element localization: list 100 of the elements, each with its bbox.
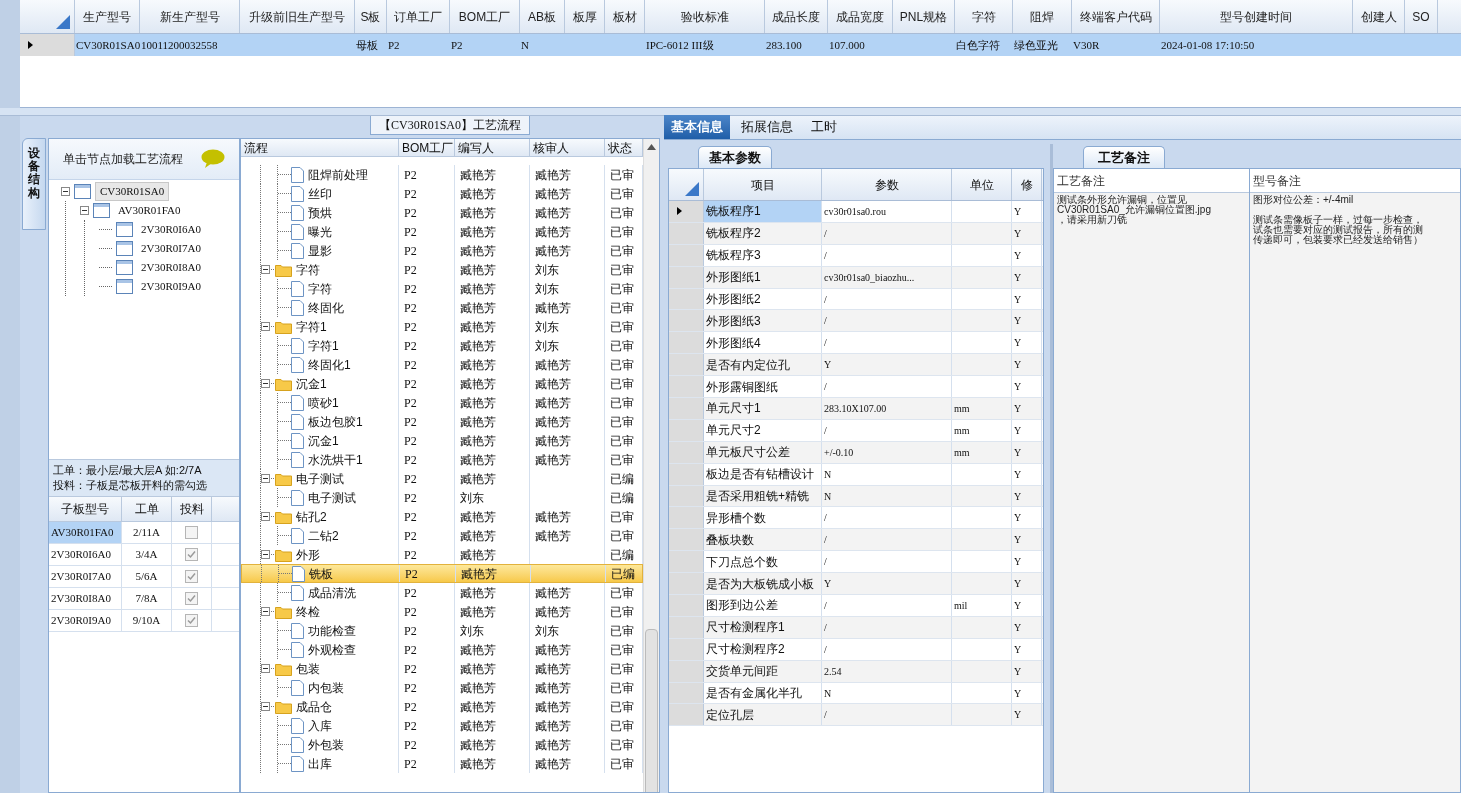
collapse-icon[interactable] [261,664,270,673]
table-row[interactable]: 外形图纸2 / Y [669,288,1043,311]
checkbox[interactable] [185,614,198,627]
process-row[interactable]: 内包装 P2 臧艳芳 臧艳芳 已审 [241,678,643,697]
column-header[interactable]: 创建人 [1353,0,1405,33]
table-row[interactable]: 是否采用粗铣+精铣 N Y [669,485,1043,508]
tab[interactable]: 工时 [804,115,844,139]
process-row[interactable]: 字符1 P2 臧艳芳 刘东 已审 [241,317,643,336]
checkbox[interactable] [185,526,198,539]
table-row[interactable]: 是否有金属化半孔 N Y [669,682,1043,705]
column-header[interactable]: 工单 [122,497,172,521]
process-row[interactable]: 包装 P2 臧艳芳 臧艳芳 已审 [241,659,643,678]
table-cell[interactable]: 单元板尺寸公差 [704,441,822,463]
process-row[interactable]: 出库 P2 臧艳芳 臧艳芳 已审 [241,754,643,773]
scroll-up-icon[interactable] [647,144,656,150]
table-row[interactable]: 尺寸检测程序2 / Y [669,638,1043,661]
process-row[interactable]: 电子测试 P2 臧艳芳 已编 [241,469,643,488]
process-row[interactable]: 成品仓 P2 臧艳芳 臧艳芳 已审 [241,697,643,716]
tree-node[interactable]: 2V30R0I9A0 [137,278,205,295]
column-header[interactable]: 新生产型号 [140,0,240,33]
process-row[interactable]: 铣板 P2 臧艳芳 已编 [241,564,643,583]
table-cell[interactable]: 是否有内定位孔 [704,354,822,376]
checkbox[interactable] [185,570,198,583]
column-header[interactable]: PNL规格 [893,0,955,33]
process-row[interactable]: 终固化1 P2 臧艳芳 臧艳芳 已审 [241,355,643,374]
sub-tab[interactable]: 基本参数 [698,146,772,168]
collapse-icon[interactable] [261,702,270,711]
process-row[interactable]: 电子测试 P2 刘东 已编 [241,488,643,507]
column-header[interactable]: AB板 [520,0,565,33]
column-header[interactable]: 验收标准 [645,0,765,33]
collapse-icon[interactable] [80,206,89,215]
column-header[interactable]: 流程 [241,139,399,156]
table-cell[interactable]: 2V30R0I8A0 [49,588,122,609]
column-header[interactable]: 参数 [822,169,952,200]
process-row[interactable]: 预烘 P2 臧艳芳 臧艳芳 已审 [241,203,643,222]
column-header[interactable]: 编写人 [455,139,530,156]
table-row[interactable]: 单元尺寸1 283.10X107.00 mm Y [669,398,1043,420]
process-row[interactable]: 丝印 P2 臧艳芳 臧艳芳 已审 [241,184,643,203]
process-row[interactable]: 板边包胶1 P2 臧艳芳 臧艳芳 已审 [241,412,643,431]
table-row[interactable]: 外形图纸3 / Y [669,310,1043,333]
column-header[interactable]: 成品长度 [765,0,828,33]
tree-node[interactable]: 2V30R0I7A0 [137,240,205,257]
table-row[interactable]: 下刀点总个数 / Y [669,551,1043,574]
table-cell[interactable]: 是否为大板铣成小板 [704,573,822,595]
table-row[interactable]: 是否为大板铣成小板 Y Y [669,573,1043,596]
tree-node[interactable]: 2V30R0I6A0 [137,221,205,238]
column-header[interactable]: SO [1405,0,1438,33]
table-row[interactable]: 尺寸检测程序1 / Y [669,616,1043,639]
process-row[interactable]: 字符 P2 臧艳芳 刘东 已审 [241,260,643,279]
collapse-icon[interactable] [261,607,270,616]
collapse-icon[interactable] [261,474,270,483]
collapse-icon[interactable] [261,322,270,331]
table-cell[interactable]: 2V30R0I7A0 [49,566,122,587]
column-header[interactable]: 字符 [955,0,1013,33]
collapse-icon[interactable] [261,512,270,521]
process-row[interactable]: 终固化 P2 臧艳芳 臧艳芳 已审 [241,298,643,317]
table-cell[interactable]: 外形图纸1 [704,266,822,288]
process-row[interactable]: 外观检查 P2 臧艳芳 臧艳芳 已审 [241,640,643,659]
scrollbar[interactable] [643,139,659,792]
column-header[interactable]: 成品宽度 [828,0,893,33]
column-header[interactable]: 核审人 [530,139,605,156]
column-header[interactable]: 型号创建时间 [1160,0,1353,33]
table-cell[interactable]: 单元尺寸1 [704,398,822,419]
table-cell[interactable]: 外形图纸3 [704,310,822,332]
tab[interactable]: 基本信息 [664,115,730,139]
process-row[interactable]: 沉金1 P2 臧艳芳 臧艳芳 已审 [241,374,643,393]
table-row[interactable]: 是否有内定位孔 Y Y [669,354,1043,377]
table-row[interactable]: 交货单元间距 2.54 Y [669,660,1043,683]
process-row[interactable]: 功能检查 P2 刘东 刘东 已审 [241,621,643,640]
table-cell[interactable]: 2V30R0I9A0 [49,610,122,631]
process-row[interactable]: 外包装 P2 臧艳芳 臧艳芳 已审 [241,735,643,754]
column-header[interactable]: 投料 [172,497,212,521]
process-row[interactable]: 阻焊前处理 P2 臧艳芳 臧艳芳 已审 [241,165,643,184]
table-row[interactable]: 图形到边公差 / mil Y [669,595,1043,617]
process-row[interactable]: 水洗烘干1 P2 臧艳芳 臧艳芳 已审 [241,450,643,469]
side-tab[interactable]: 设备结构 [22,138,46,230]
table-cell[interactable]: 2V30R0I6A0 [49,544,122,565]
column-header[interactable]: 修 [1012,169,1042,200]
process-row[interactable]: 钻孔2 P2 臧艳芳 臧艳芳 已审 [241,507,643,526]
process-row[interactable]: 字符 P2 臧艳芳 刘东 已审 [241,279,643,298]
column-header[interactable]: 订单工厂 [387,0,450,33]
collapse-icon[interactable] [261,265,270,274]
tree-node[interactable]: 2V30R0I8A0 [137,259,205,276]
process-row[interactable]: 成品清洗 P2 臧艳芳 臧艳芳 已审 [241,583,643,602]
process-row[interactable]: 终检 P2 臧艳芳 臧艳芳 已审 [241,602,643,621]
sub-tab[interactable]: 工艺备注 [1083,146,1165,168]
row-header[interactable] [669,201,704,222]
column-header[interactable]: 子板型号 [49,497,122,521]
table-cell[interactable]: 铣板程序1 [704,201,822,222]
column-header[interactable]: 板厚 [565,0,605,33]
column-header[interactable]: 生产型号 [75,0,140,33]
table-row[interactable]: 定位孔层 / Y [669,704,1043,727]
table-row[interactable]: 单元板尺寸公差 +/-0.10 mm Y [669,441,1043,464]
table-cell[interactable]: AV30R01FA0 [49,522,122,543]
column-header[interactable]: S板 [355,0,387,33]
collapse-icon[interactable] [261,379,270,388]
table-row[interactable]: 外形露铜图纸 / Y [669,376,1043,398]
table-cell[interactable]: 铣板程序2 [704,222,822,244]
column-header[interactable]: 项目 [704,169,822,200]
splitter-bar[interactable] [0,108,1461,116]
